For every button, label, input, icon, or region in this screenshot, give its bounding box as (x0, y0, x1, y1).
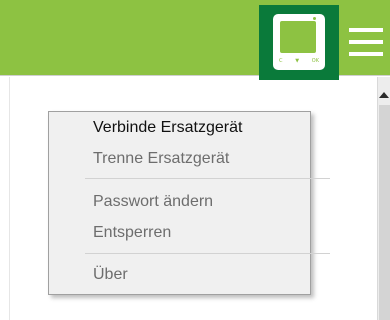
hamburger-menu-icon[interactable] (349, 28, 383, 56)
menu-item-trenne-ersatzgeraet: Trenne Ersatzgerät (93, 150, 230, 167)
menu-separator (85, 178, 330, 179)
menu-separator (85, 253, 330, 254)
menu-item-entsperren: Entsperren (93, 224, 172, 241)
thermostat-device-icon: C ▼ OK (273, 14, 325, 70)
scroll-up-arrow-icon[interactable] (379, 92, 389, 98)
menu-item-verbinde-ersatzgeraet[interactable]: Verbinde Ersatzgerät (93, 118, 242, 138)
context-menu: Verbinde Ersatzgerät Trenne Ersatzgerät … (48, 111, 330, 295)
vertical-scrollbar[interactable] (377, 77, 390, 320)
device-key-down: ▼ (295, 58, 300, 64)
menu-item-passwort-aendern: Passwort ändern (93, 193, 214, 210)
scrollbar-thumb[interactable] (379, 105, 390, 320)
device-key-c: C (279, 58, 283, 64)
device-screen (280, 21, 316, 53)
menu-item-ueber: Über (93, 266, 128, 283)
header-bar: C ▼ OK (0, 0, 390, 80)
device-indicator-dot (313, 17, 316, 20)
device-key-ok: OK (311, 58, 319, 64)
device-button[interactable]: C ▼ OK (259, 5, 339, 80)
device-keys: C ▼ OK (279, 57, 319, 65)
content-divider (9, 77, 10, 320)
